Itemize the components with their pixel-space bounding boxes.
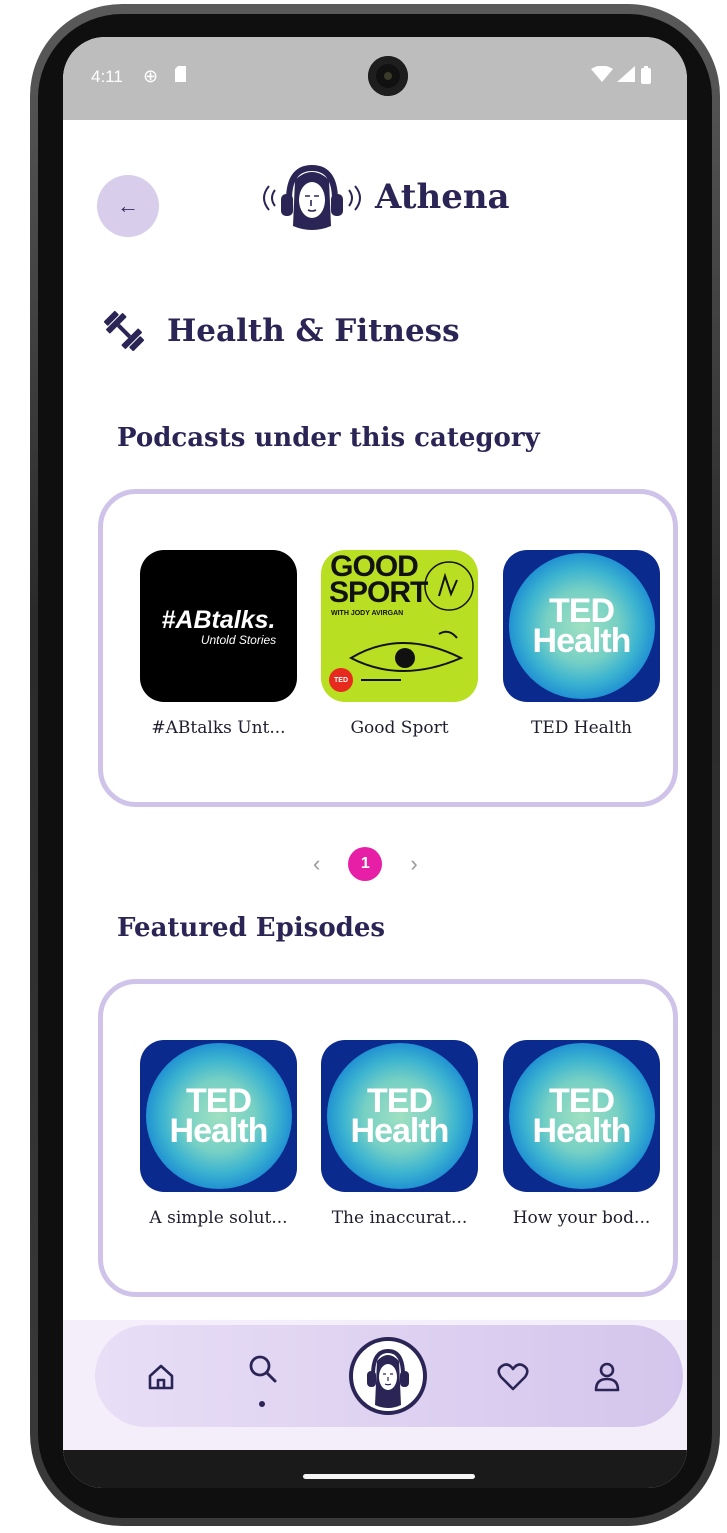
podcast-title: Good Sport — [350, 718, 449, 738]
arrow-left-icon: ← — [117, 193, 139, 218]
podcast-tile[interactable]: TED Health TED Health — [503, 550, 660, 738]
podcast-title: TED Health — [530, 718, 633, 738]
battery-icon — [641, 66, 651, 89]
episode-tile[interactable]: TED Health A simple solut... — [140, 1040, 297, 1228]
current-page[interactable]: 1 — [348, 847, 383, 881]
sim-card-icon — [175, 66, 189, 87]
podcast-artwork: #ABtalks. Untold Stories — [140, 550, 297, 702]
eye-illustration — [348, 630, 464, 681]
app-name: Athena — [375, 177, 510, 217]
profile-icon — [594, 1362, 620, 1392]
next-page-button[interactable]: › — [410, 851, 417, 877]
wifi-icon — [591, 65, 613, 87]
podcast-tile[interactable]: GOOD SPORT WITH JODY AVIRGAN TED Good Sp… — [321, 550, 478, 738]
ted-badge: TED — [329, 668, 353, 692]
podcast-tile[interactable]: #ABtalks. Untold Stories #ABtalks Unt... — [140, 550, 297, 738]
nav-favorites[interactable] — [495, 1359, 531, 1395]
podcast-artwork: TED Health — [503, 550, 660, 702]
vpn-icon: ⊕ — [143, 66, 159, 86]
episodes-card: TED Health A simple solut... TED Health … — [98, 979, 678, 1297]
episode-title: The inaccurat... — [331, 1208, 468, 1228]
home-icon — [148, 1364, 174, 1390]
status-bar: 4:11 ⊕ — [63, 37, 687, 120]
hand-illustration — [424, 561, 474, 611]
episode-tile[interactable]: TED Health How your bod... — [503, 1040, 660, 1228]
episodes-section-title: Featured Episodes — [117, 913, 386, 943]
podcast-artwork: GOOD SPORT WITH JODY AVIRGAN TED — [321, 550, 478, 702]
nav-search[interactable] — [245, 1351, 281, 1387]
dumbbell-icon — [103, 310, 145, 352]
prev-page-button[interactable]: ‹ — [313, 851, 320, 877]
home-indicator[interactable] — [303, 1474, 475, 1479]
category-header: Health & Fitness — [101, 309, 460, 353]
nav-profile[interactable] — [589, 1359, 625, 1395]
pagination: ‹ 1 › — [313, 847, 418, 881]
back-button[interactable]: ← — [97, 175, 159, 237]
signal-icon — [617, 66, 635, 87]
podcast-title: #ABtalks Unt... — [151, 718, 286, 738]
front-camera — [368, 56, 408, 96]
app-logo: Athena — [253, 160, 510, 234]
episode-tile[interactable]: TED Health The inaccurat... — [321, 1040, 478, 1228]
nav-athena[interactable] — [349, 1337, 427, 1415]
nav-home[interactable] — [143, 1359, 179, 1395]
episode-artwork: TED Health — [140, 1040, 297, 1192]
podcasts-card: #ABtalks. Untold Stories #ABtalks Unt...… — [98, 489, 678, 807]
status-time: 4:11 — [91, 67, 123, 86]
heart-icon — [497, 1363, 529, 1391]
app-screen: 4:11 ⊕ ← Athena Health & Fitness Podcast… — [63, 37, 687, 1488]
active-indicator — [259, 1401, 265, 1407]
bottom-nav — [95, 1325, 683, 1427]
episode-title: How your bod... — [512, 1208, 651, 1228]
athena-headphones-icon — [263, 164, 361, 230]
episode-artwork: TED Health — [321, 1040, 478, 1192]
system-gesture-bar — [63, 1450, 687, 1488]
category-title: Health & Fitness — [167, 313, 460, 349]
episode-title: A simple solut... — [149, 1208, 288, 1228]
search-icon — [249, 1355, 277, 1383]
athena-logo-icon — [367, 1348, 409, 1408]
podcasts-section-title: Podcasts under this category — [117, 423, 540, 453]
episode-artwork: TED Health — [503, 1040, 660, 1192]
